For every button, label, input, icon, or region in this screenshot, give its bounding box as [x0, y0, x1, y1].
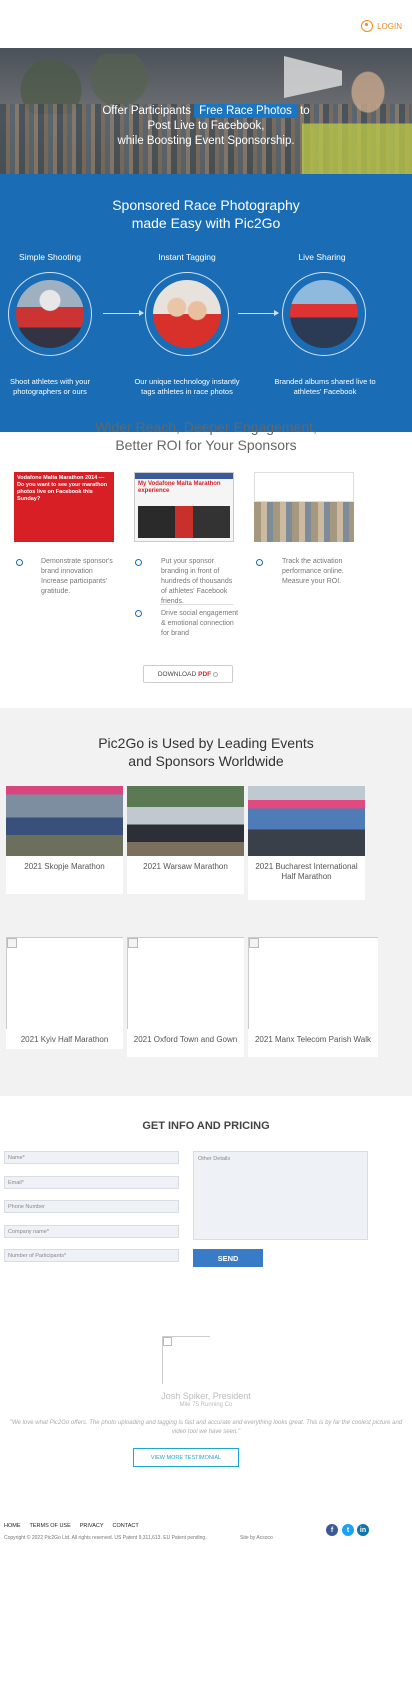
photo-shooting: [16, 280, 84, 348]
footer-link-contact[interactable]: CONTACT: [113, 1523, 139, 1529]
sponsored-section: Sponsored Race Photography made Easy wit…: [0, 174, 412, 432]
divider: [160, 604, 233, 605]
step-desc-tagging: Our unique technology instantly tags ath…: [134, 377, 240, 396]
phone-field[interactable]: Phone Number: [4, 1200, 179, 1213]
events-section: Pic2Go is Used by Leading Events and Spo…: [0, 708, 412, 1096]
event-photo: [6, 786, 123, 856]
facebook-icon[interactable]: f: [326, 1524, 338, 1536]
event-card[interactable]: 2021 Bucharest International Half Marath…: [248, 786, 365, 900]
thumb-facebook-album: My Vodafone Malta Marathon experience: [134, 472, 234, 542]
step-image-tagging: [145, 272, 229, 356]
download-icon: [213, 671, 219, 677]
step-title-sharing: Live Sharing: [298, 252, 346, 262]
download-label: DOWNLOAD: [157, 670, 197, 678]
reach-title-line2: Better ROI for Your Sponsors: [115, 437, 297, 453]
user-icon: [361, 20, 374, 32]
testimonial-photo-broken: [162, 1336, 210, 1384]
twitter-icon[interactable]: t: [342, 1524, 354, 1536]
details-textarea[interactable]: Other Details: [193, 1151, 368, 1240]
events-title-line1: Pic2Go is Used by Leading Events: [98, 735, 314, 751]
event-photo: [127, 786, 244, 856]
bullet-circle-icon: [135, 559, 142, 566]
page: LOGIN Offer Participants Free Race Photo…: [0, 0, 412, 1688]
sponsored-title-line1: Sponsored Race Photography: [112, 197, 300, 213]
participants-field[interactable]: Number of Participants*: [4, 1249, 179, 1262]
event-name: 2021 Kyiv Half Marathon: [20, 1035, 109, 1044]
events-title: Pic2Go is Used by Leading Events and Spo…: [0, 734, 412, 770]
top-bar: LOGIN: [0, 0, 412, 48]
step-desc-shooting: Shoot athletes with your photographers o…: [9, 377, 91, 396]
benefit-text: Track the activation performance online.…: [282, 558, 344, 585]
step-title-shooting: Simple Shooting: [19, 252, 81, 262]
site-by-link[interactable]: Site by Acsoco: [240, 1535, 273, 1541]
benefit-text: Demonstrate sponsor's brand innovation I…: [41, 558, 113, 595]
hero-line2: Post Live to Facebook,: [147, 120, 265, 132]
event-name: 2021 Manx Telecom Parish Walk: [254, 1035, 372, 1044]
arrow-right-icon: [103, 310, 144, 316]
thumb-vodafone-ad: Vodafone Malta Marathon 2014 — Do you wa…: [14, 472, 114, 542]
event-card[interactable]: 2021 Warsaw Marathon: [127, 786, 244, 894]
photo-sharing: [290, 280, 358, 348]
photo-tagging: [153, 280, 221, 348]
benefit-text: Put your sponsor branding in front of hu…: [161, 558, 233, 605]
events-title-line2: and Sponsors Worldwide: [128, 753, 284, 769]
thumb-album-photo: [138, 506, 230, 538]
hero-line3: while Boosting Event Sponsorship.: [117, 135, 295, 147]
form-title: GET INFO AND PRICING: [142, 1120, 270, 1132]
reach-title-line1: Wider Reach, Deeper Engagement,: [95, 419, 317, 435]
hero-highlight: Free Race Photos: [194, 104, 297, 118]
benefit-text: Drive social engagement & emotional conn…: [161, 610, 239, 637]
pdf-label: PDF: [198, 670, 212, 678]
event-card[interactable]: 2021 Manx Telecom Parish Walk: [248, 937, 378, 1057]
testimonial-quote: "We love what Pic2Go offers. The photo u…: [9, 1420, 403, 1435]
event-name: 2021 Oxford Town and Gown: [133, 1035, 238, 1044]
step-desc-sharing: Branded albums shared live to athletes' …: [274, 377, 376, 396]
linkedin-icon[interactable]: in: [357, 1524, 369, 1536]
event-card[interactable]: 2021 Skopje Marathon: [6, 786, 123, 894]
thumb-album-text: My Vodafone Malta Marathon experience: [138, 481, 221, 494]
footer-link-home[interactable]: HOME: [4, 1523, 21, 1529]
sponsored-title: Sponsored Race Photography made Easy wit…: [0, 196, 412, 232]
stats-table: [254, 472, 354, 502]
event-name: 2021 Warsaw Marathon: [143, 862, 228, 871]
bullet-circle-icon: [16, 559, 23, 566]
bullet-circle-icon: [135, 610, 142, 617]
footer-link-terms[interactable]: TERMS OF USE: [30, 1523, 71, 1529]
copyright: Copyright © 2022 Pic2Go Ltd. All rights …: [4, 1535, 207, 1541]
company-field[interactable]: Company name*: [4, 1225, 179, 1238]
event-photo-broken: [248, 937, 378, 1029]
thumb-stats-report: [254, 472, 354, 542]
step-image-shooting: [8, 272, 92, 356]
name-field[interactable]: Name*: [4, 1151, 179, 1164]
thumb-ad-text: Vodafone Malta Marathon 2014 — Do you wa…: [17, 475, 108, 502]
sponsored-title-line2: made Easy with Pic2Go: [131, 215, 281, 231]
event-card[interactable]: 2021 Oxford Town and Gown: [127, 937, 244, 1057]
event-photo: [248, 786, 365, 856]
arrow-right-icon: [238, 310, 279, 316]
testimonial-club: Mile 75 Running Co: [179, 1402, 233, 1408]
footer-link-privacy[interactable]: PRIVACY: [80, 1523, 104, 1529]
hero-text-part: to: [300, 105, 310, 117]
email-field[interactable]: Email*: [4, 1176, 179, 1189]
event-photo-broken: [127, 937, 244, 1029]
event-photo-broken: [6, 937, 123, 1029]
login-label: LOGIN: [377, 21, 402, 31]
event-name: 2021 Skopje Marathon: [24, 862, 105, 871]
download-pdf-button[interactable]: DOWNLOAD PDF: [143, 665, 233, 683]
testimonial-name: Josh Spiker, President: [161, 1391, 251, 1401]
login-link[interactable]: LOGIN: [361, 20, 402, 32]
hero-headline: Offer Participants Free Race Photos to P…: [0, 104, 412, 149]
step-image-sharing: [282, 272, 366, 356]
bullet-circle-icon: [256, 559, 263, 566]
event-card[interactable]: 2021 Kyiv Half Marathon: [6, 937, 123, 1049]
footer-nav: HOME TERMS OF USE PRIVACY CONTACT: [4, 1523, 139, 1529]
send-button[interactable]: SEND: [193, 1249, 263, 1267]
event-name: 2021 Bucharest International Half Marath…: [255, 862, 358, 881]
step-title-tagging: Instant Tagging: [158, 252, 216, 262]
hero-text-part: Offer Participants: [102, 105, 191, 117]
hero-banner: Offer Participants Free Race Photos to P…: [0, 48, 412, 174]
reach-title: Wider Reach, Deeper Engagement, Better R…: [0, 418, 412, 454]
view-more-testimonial-button[interactable]: VIEW MORE TESTIMONIAL: [133, 1448, 239, 1467]
